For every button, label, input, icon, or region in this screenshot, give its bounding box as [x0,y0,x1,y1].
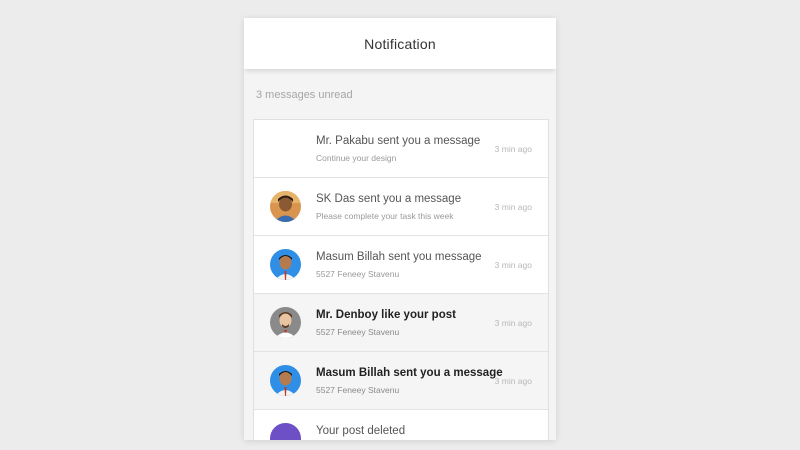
masum-billah-avatar [270,249,301,280]
notification-time: 3 min ago [494,376,532,386]
notification-message: Masum Billah sent you a message [316,367,503,379]
notification-detail: 5527 Feneey Stavenu [316,269,400,279]
notification-detail: 5527 Feneey Stavenu [316,385,400,395]
notification-message: Masum Billah sent you message [316,251,482,263]
notification-time: 3 min ago [494,318,532,328]
notification-list: Mr. Pakabu sent you a message Continue y… [253,119,549,440]
panel-header: Notification [244,18,556,69]
notification-time: 3 min ago [494,260,532,270]
notification-item[interactable]: Mr. Pakabu sent you a message Continue y… [254,120,548,178]
notification-detail: Continue your design [316,153,397,163]
notification-item[interactable]: SK Das sent you a message Please complet… [254,178,548,236]
notification-time: 3 min ago [494,202,532,212]
notification-item[interactable]: Mr. Denboy like your post 5527 Feneey St… [254,294,548,352]
purple-avatar [270,423,301,440]
notification-message: Mr. Pakabu sent you a message [316,135,481,147]
notification-panel: Notification 3 messages unread Mr. Pakab… [244,18,556,440]
notification-message: Mr. Denboy like your post [316,309,456,321]
notification-item[interactable]: Masum Billah sent you message 5527 Fenee… [254,236,548,294]
unread-count: 3 messages unread [256,89,353,101]
masum-billah-avatar [270,365,301,396]
notification-message: Your post deleted [316,425,406,437]
notification-item[interactable]: Masum Billah sent you a message 5527 Fen… [254,352,548,410]
sk-das-avatar [270,191,301,222]
notification-detail: Please complete your task this week [316,211,454,221]
notification-time: 3 min ago [494,144,532,154]
mr-denboy-avatar [270,307,301,338]
notification-item[interactable]: Your post deleted [254,410,548,440]
notification-detail: 5527 Feneey Stavenu [316,327,400,337]
page-title: Notification [364,35,436,52]
notification-message: SK Das sent you a message [316,193,462,205]
